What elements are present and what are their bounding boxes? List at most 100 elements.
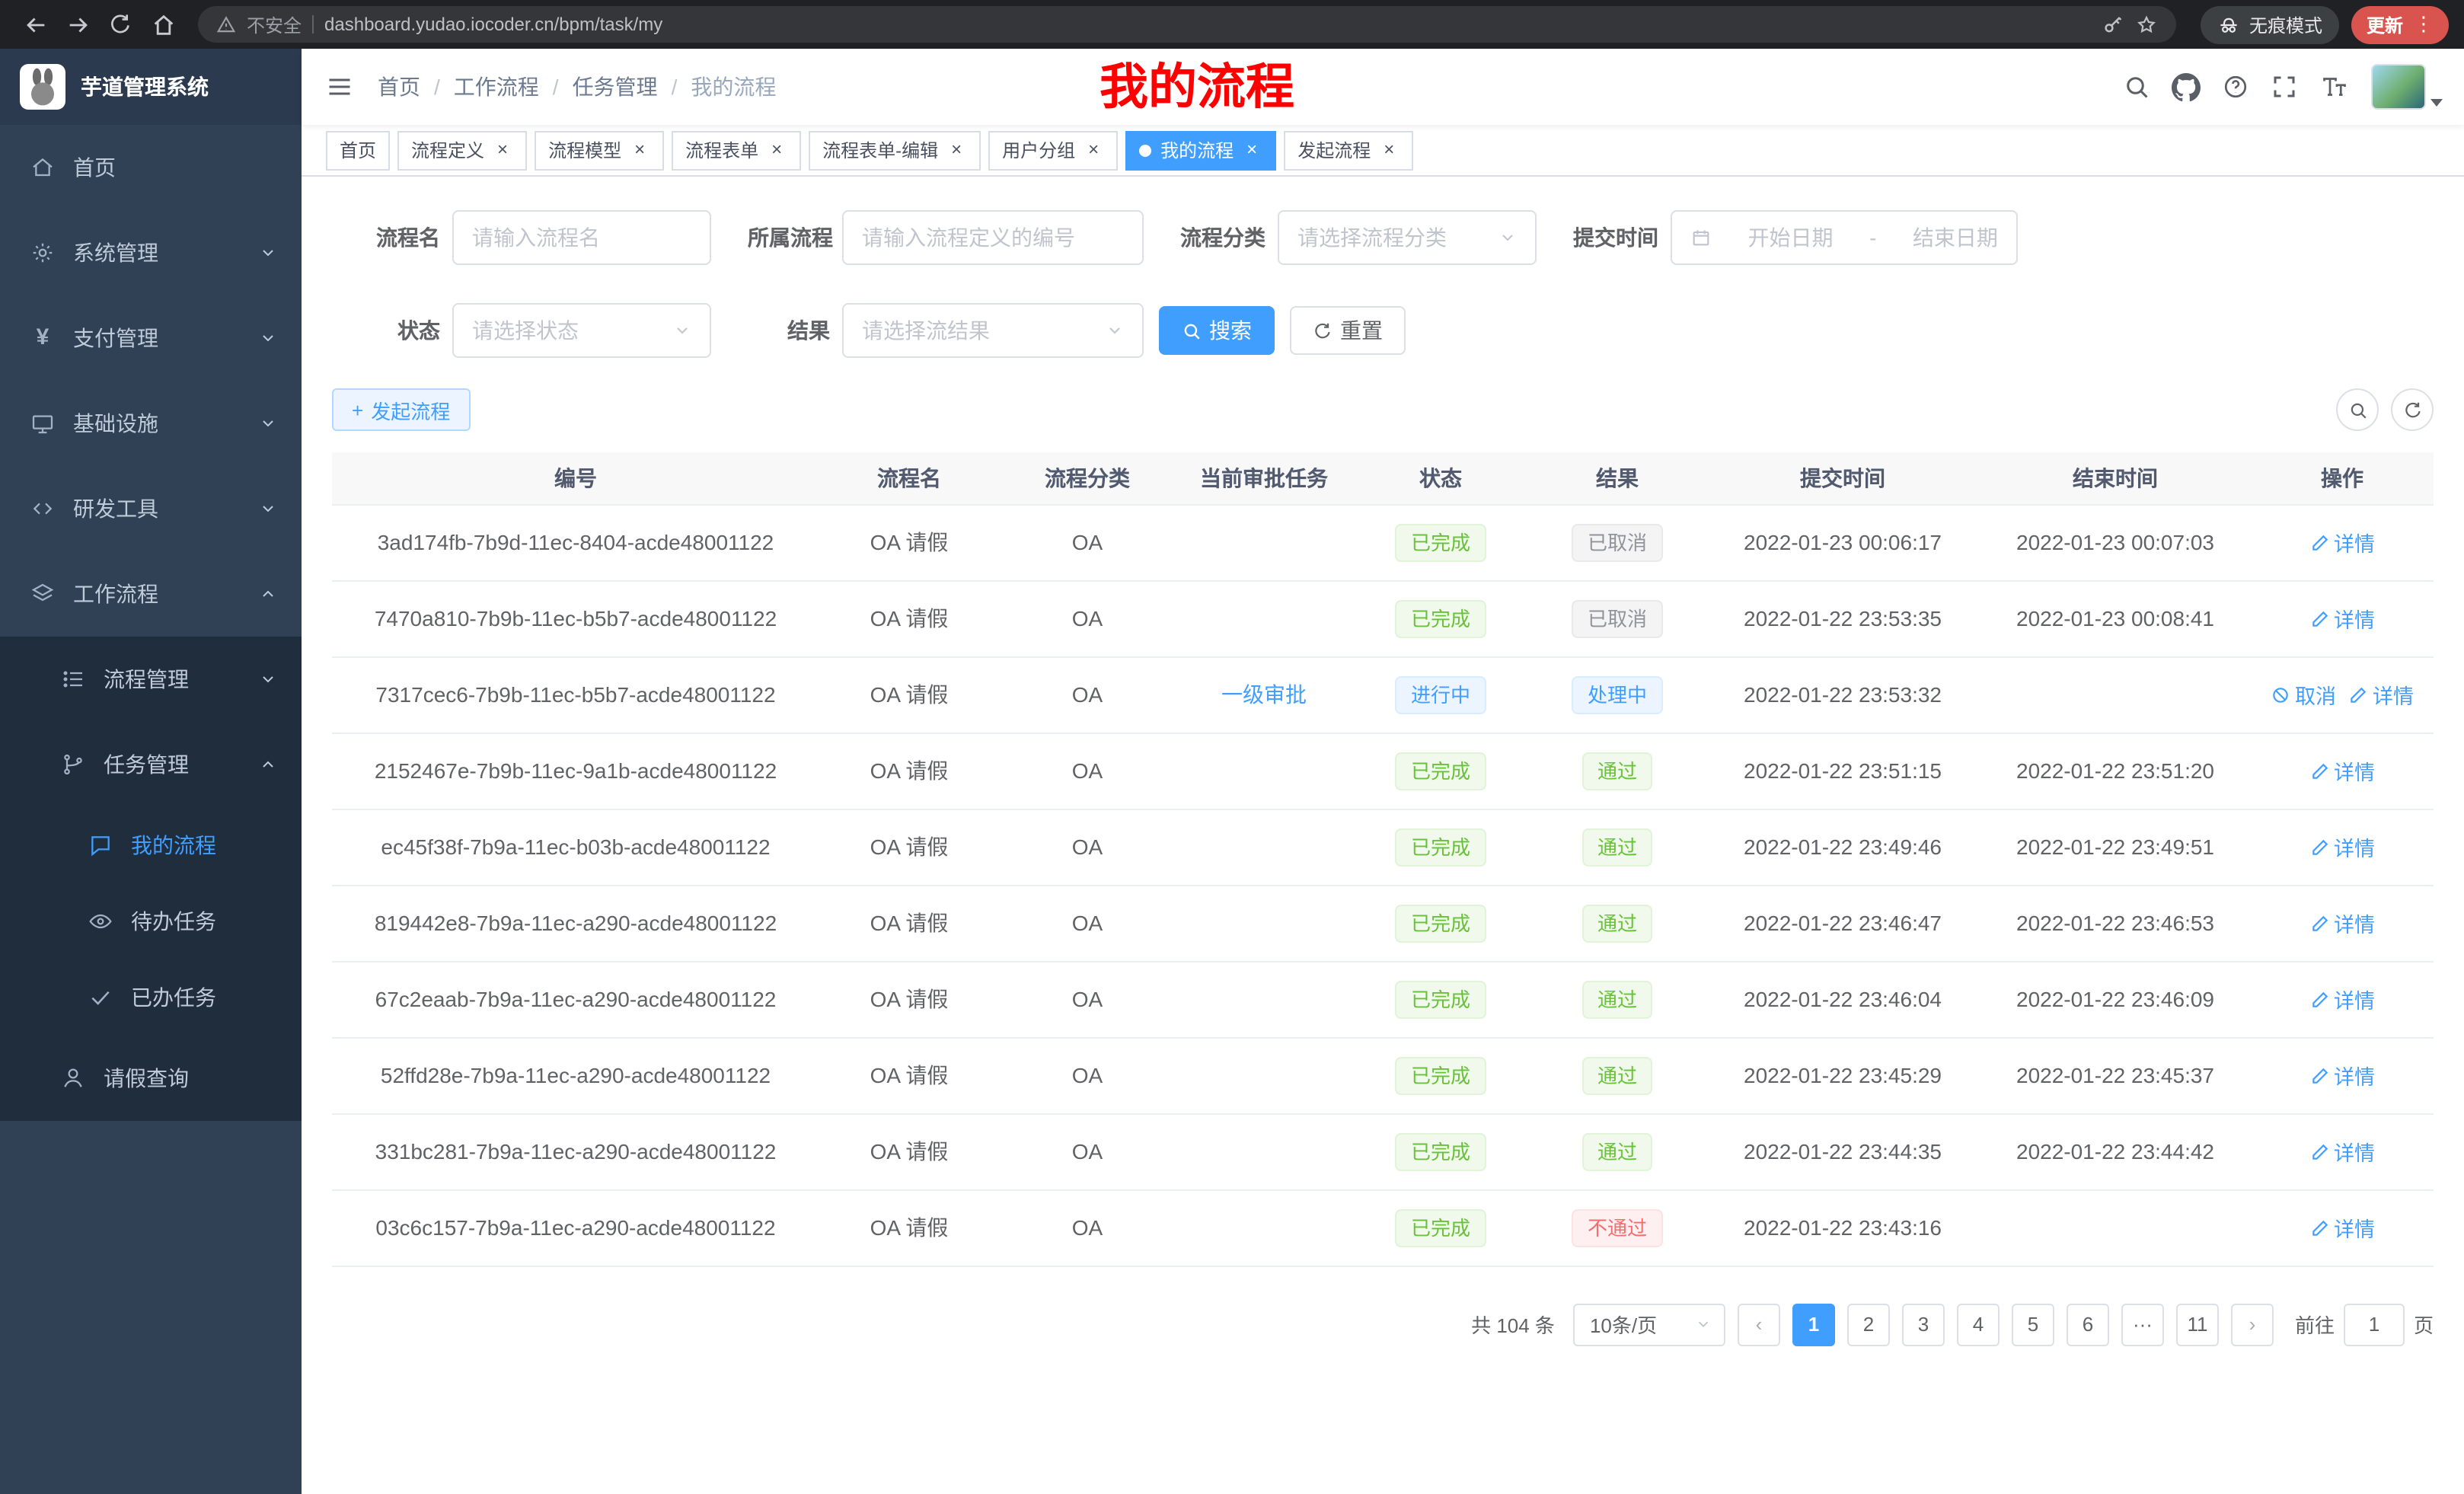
filter-label: 状态 <box>332 315 452 346</box>
github-button[interactable] <box>2172 72 2201 101</box>
close-icon[interactable]: × <box>1241 139 1262 161</box>
detail-link[interactable]: 详情 <box>2309 1136 2375 1167</box>
sidebar-item-workflow[interactable]: 工作流程 <box>0 551 302 637</box>
submit-time-range-picker[interactable]: 开始日期 - 结束日期 <box>1671 210 2018 265</box>
page-button[interactable]: 1 <box>1792 1303 1835 1346</box>
home-icon <box>30 155 55 180</box>
process-def-input[interactable] <box>842 210 1144 265</box>
tab-home[interactable]: 首页 <box>326 130 390 170</box>
detail-link[interactable]: 详情 <box>2309 755 2375 786</box>
show-search-button[interactable] <box>2336 388 2379 431</box>
breadcrumb-item[interactable]: 工作流程 <box>454 72 539 102</box>
cancel-link[interactable]: 取消 <box>2271 679 2336 710</box>
browser-back-button[interactable] <box>15 5 55 44</box>
sidebar-item-my-processes[interactable]: 我的流程 <box>0 807 302 883</box>
detail-link[interactable]: 详情 <box>2309 1060 2375 1090</box>
result-select[interactable]: 请选择流结果 <box>842 303 1144 358</box>
browser-update-button[interactable]: 更新 ⋮ <box>2351 5 2449 43</box>
detail-link[interactable]: 详情 <box>2309 527 2375 557</box>
page-size-select[interactable]: 10条/页 <box>1573 1303 1725 1346</box>
status-select[interactable]: 请选择状态 <box>452 303 711 358</box>
update-label: 更新 <box>2367 11 2403 37</box>
detail-link[interactable]: 详情 <box>2309 908 2375 938</box>
close-icon[interactable]: × <box>766 139 787 161</box>
date-separator: - <box>1869 225 1876 250</box>
sidebar-item-task-management[interactable]: 任务管理 <box>0 722 302 807</box>
cell-category: OA <box>999 580 1176 656</box>
start-process-button[interactable]: + 发起流程 <box>332 388 470 431</box>
tab-my-processes[interactable]: 我的流程× <box>1125 130 1276 170</box>
close-icon[interactable]: × <box>1083 139 1104 161</box>
browser-menu-icon[interactable]: ⋮ <box>2414 12 2434 37</box>
sidebar-item-home[interactable]: 首页 <box>0 125 302 210</box>
close-icon[interactable]: × <box>1378 139 1400 161</box>
detail-link[interactable]: 详情 <box>2309 832 2375 862</box>
prev-page-button[interactable]: ‹ <box>1738 1303 1780 1346</box>
reset-button[interactable]: 重置 <box>1290 306 1406 355</box>
header-search-button[interactable] <box>2123 73 2150 101</box>
browser-reload-button[interactable] <box>101 5 140 44</box>
breadcrumb-item[interactable]: 任务管理 <box>573 72 658 102</box>
help-button[interactable] <box>2222 73 2249 101</box>
goto-page-input[interactable] <box>2344 1303 2405 1346</box>
browser-forward-button[interactable] <box>58 5 97 44</box>
process-def-input-field[interactable] <box>862 225 1124 250</box>
sidebar-item-system[interactable]: 系统管理 <box>0 210 302 295</box>
detail-link[interactable]: 详情 <box>2348 679 2414 710</box>
sidebar-item-payment[interactable]: ¥ 支付管理 <box>0 295 302 381</box>
font-size-button[interactable] <box>2319 73 2350 101</box>
sidebar-item-devtools[interactable]: 研发工具 <box>0 466 302 551</box>
close-icon[interactable]: × <box>492 139 513 161</box>
tab-process-form[interactable]: 流程表单× <box>672 130 801 170</box>
cell-category: OA <box>999 885 1176 961</box>
cell-end-time: 2022-01-22 23:44:42 <box>1980 1113 2251 1189</box>
tab-process-form-edit[interactable]: 流程表单-编辑× <box>809 130 981 170</box>
address-divider <box>312 15 314 34</box>
sidebar-item-process-management[interactable]: 流程管理 <box>0 637 302 722</box>
cell-name: OA 请假 <box>819 656 999 733</box>
cell-task <box>1176 733 1352 809</box>
sidebar-toggle-button[interactable] <box>302 73 378 101</box>
breadcrumb-item[interactable]: 首页 <box>378 72 420 102</box>
incognito-badge: 无痕模式 <box>2201 5 2339 43</box>
page-button[interactable]: 2 <box>1847 1303 1890 1346</box>
detail-link[interactable]: 详情 <box>2309 603 2375 634</box>
browser-home-button[interactable] <box>143 5 183 44</box>
reload-icon <box>108 12 132 37</box>
sidebar-item-label: 待办任务 <box>131 906 216 937</box>
fullscreen-button[interactable] <box>2271 73 2298 101</box>
close-icon[interactable]: × <box>629 139 650 161</box>
page-button[interactable]: 11 <box>2176 1303 2219 1346</box>
bookmark-star-button[interactable] <box>2135 13 2158 36</box>
top-navbar: 首页 / 工作流程 / 任务管理 / 我的流程 我的流程 <box>302 49 2464 125</box>
sidebar-item-todo-tasks[interactable]: 待办任务 <box>0 883 302 959</box>
next-page-button[interactable]: › <box>2231 1303 2274 1346</box>
search-button[interactable]: 搜索 <box>1159 306 1275 355</box>
detail-link[interactable]: 详情 <box>2309 1212 2375 1243</box>
tab-start-process[interactable]: 发起流程× <box>1284 130 1413 170</box>
tab-process-model[interactable]: 流程模型× <box>535 130 664 170</box>
sidebar-item-done-tasks[interactable]: 已办任务 <box>0 959 302 1036</box>
cell-category: OA <box>999 504 1176 580</box>
password-key-button[interactable] <box>2102 13 2124 36</box>
page-button[interactable]: 3 <box>1902 1303 1945 1346</box>
app-logo[interactable]: 芋道管理系统 <box>0 49 302 125</box>
close-icon[interactable]: × <box>946 139 967 161</box>
sidebar-item-leave-query[interactable]: 请假查询 <box>0 1036 302 1121</box>
address-bar[interactable]: 不安全 dashboard.yudao.iocoder.cn/bpm/task/… <box>198 6 2176 43</box>
more-pages-button[interactable]: ··· <box>2121 1303 2164 1346</box>
category-select[interactable]: 请选择流程分类 <box>1278 210 1537 265</box>
tab-user-group[interactable]: 用户分组× <box>988 130 1118 170</box>
refresh-table-button[interactable] <box>2391 388 2434 431</box>
page-button[interactable]: 4 <box>1957 1303 2000 1346</box>
user-menu[interactable] <box>2371 64 2443 110</box>
process-name-input-field[interactable] <box>472 225 691 250</box>
current-task-link[interactable]: 一级审批 <box>1221 679 1307 710</box>
tab-process-definition[interactable]: 流程定义× <box>397 130 527 170</box>
page-button[interactable]: 6 <box>2067 1303 2109 1346</box>
sidebar-item-infrastructure[interactable]: 基础设施 <box>0 381 302 466</box>
page-button[interactable]: 5 <box>2012 1303 2054 1346</box>
process-name-input[interactable] <box>452 210 711 265</box>
detail-link[interactable]: 详情 <box>2309 984 2375 1014</box>
column-header: 结束时间 <box>1980 452 2251 504</box>
